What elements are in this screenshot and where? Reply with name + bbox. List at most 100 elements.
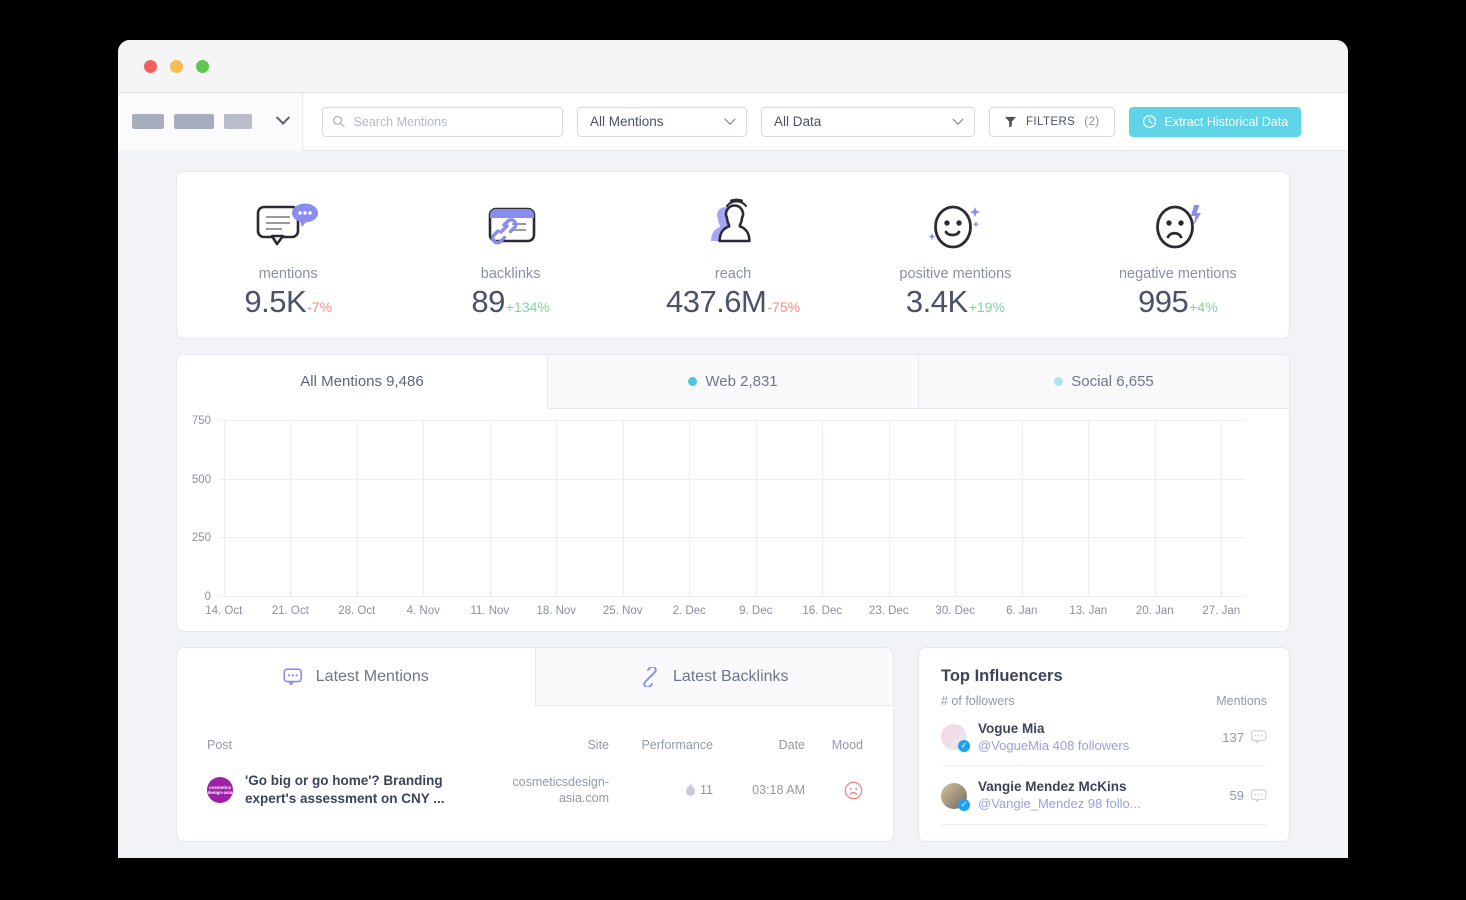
chart-bar-slot[interactable] — [390, 421, 400, 597]
chart-bar-slot[interactable] — [1008, 421, 1018, 597]
chart-bar-slot[interactable] — [666, 421, 676, 597]
chart-bar-slot[interactable] — [808, 421, 818, 597]
chart-bar-slot[interactable] — [894, 421, 904, 597]
influencer-handle[interactable]: @Vangie_Mendez 98 follo... — [978, 796, 1141, 813]
chart-bar-slot[interactable] — [514, 421, 524, 597]
chart-bar-slot[interactable] — [333, 421, 343, 597]
search-input[interactable] — [353, 114, 553, 129]
chart-bar-slot[interactable] — [913, 421, 923, 597]
extract-historical-data-button[interactable]: Extract Historical Data — [1128, 106, 1302, 137]
chart-bar-slot[interactable] — [932, 421, 942, 597]
chart-bar-slot[interactable] — [856, 421, 866, 597]
chart-bar-slot[interactable] — [1036, 421, 1046, 597]
chart-bar-slot[interactable] — [295, 421, 305, 597]
chart-bar-slot[interactable] — [1179, 421, 1189, 597]
chart-bar-slot[interactable] — [324, 421, 334, 597]
chart-bar-slot[interactable] — [770, 421, 780, 597]
chart-bar-slot[interactable] — [438, 421, 448, 597]
chart-bar-slot[interactable] — [1226, 421, 1236, 597]
tab-latest-mentions[interactable]: Latest Mentions — [177, 648, 535, 706]
chart-bar-slot[interactable] — [381, 421, 391, 597]
tab-all-mentions[interactable]: All Mentions 9,486 — [177, 355, 547, 409]
list-item[interactable]: ✓ Vogue Mia @VogueMia 408 followers 137 — [941, 708, 1267, 767]
chart-bar-slot[interactable] — [1169, 421, 1179, 597]
chart-bar-slot[interactable] — [941, 421, 951, 597]
chart-bar-slot[interactable] — [305, 421, 315, 597]
chart-bar-slot[interactable] — [599, 421, 609, 597]
chart-bar-slot[interactable] — [1188, 421, 1198, 597]
chart-bar-slot[interactable] — [580, 421, 590, 597]
chart-bar-slot[interactable] — [723, 421, 733, 597]
chart-bar-slot[interactable] — [400, 421, 410, 597]
chart-bar-slot[interactable] — [1141, 421, 1151, 597]
chart-bar-slot[interactable] — [799, 421, 809, 597]
chart-bar-slot[interactable] — [523, 421, 533, 597]
search-box[interactable] — [322, 106, 563, 137]
chart-bar-slot[interactable] — [979, 421, 989, 597]
chart-bar-slot[interactable] — [229, 421, 239, 597]
chart-bar-slot[interactable] — [837, 421, 847, 597]
chart-bar-slot[interactable] — [447, 421, 457, 597]
chart-bar-slot[interactable] — [257, 421, 267, 597]
chart-bar-slot[interactable] — [875, 421, 885, 597]
chart-bar-slot[interactable] — [343, 421, 353, 597]
chart-bar-slot[interactable] — [1198, 421, 1208, 597]
chart-bar-slot[interactable] — [827, 421, 837, 597]
chart-bar-slot[interactable] — [1074, 421, 1084, 597]
chart-bar-slot[interactable] — [428, 421, 438, 597]
chart-bar-slot[interactable] — [903, 421, 913, 597]
chart-bar-slot[interactable] — [761, 421, 771, 597]
chart-bar-slot[interactable] — [1093, 421, 1103, 597]
chart-bar-slot[interactable] — [542, 421, 552, 597]
tab-social[interactable]: Social 6,655 — [918, 355, 1289, 409]
chart-bar-slot[interactable] — [742, 421, 752, 597]
chart-bar-slot[interactable] — [561, 421, 571, 597]
chart-bar-slot[interactable] — [1103, 421, 1113, 597]
chart-bar-slot[interactable] — [628, 421, 638, 597]
chart-bar-slot[interactable] — [1112, 421, 1122, 597]
chart-bar-slot[interactable] — [476, 421, 486, 597]
chart-bar-slot[interactable] — [1027, 421, 1037, 597]
chart-bar-slot[interactable] — [713, 421, 723, 597]
chart-bar-slot[interactable] — [362, 421, 372, 597]
chart-bar-slot[interactable] — [1055, 421, 1065, 597]
chart-bar-slot[interactable] — [276, 421, 286, 597]
chart-bar-slot[interactable] — [780, 421, 790, 597]
chart-bar-slot[interactable] — [314, 421, 324, 597]
chart-bar-slot[interactable] — [371, 421, 381, 597]
tab-latest-backlinks[interactable]: Latest Backlinks — [534, 648, 893, 706]
chart-bar-slot[interactable] — [656, 421, 666, 597]
chart-bar-slot[interactable] — [1131, 421, 1141, 597]
chart-bar-slot[interactable] — [466, 421, 476, 597]
chart-bar-slot[interactable] — [970, 421, 980, 597]
close-button[interactable] — [144, 59, 157, 73]
chart-bar-slot[interactable] — [495, 421, 505, 597]
chart-bar-slot[interactable] — [846, 421, 856, 597]
chart-bar-slot[interactable] — [1065, 421, 1075, 597]
minimize-button[interactable] — [170, 59, 183, 73]
chart-bar-slot[interactable] — [675, 421, 685, 597]
chart-bar-slot[interactable] — [647, 421, 657, 597]
influencer-handle[interactable]: @VogueMia 408 followers — [978, 738, 1129, 755]
chart-bar-slot[interactable] — [865, 421, 875, 597]
mention-mood[interactable] — [805, 781, 863, 800]
mentions-filter-select[interactable]: All Mentions — [577, 106, 747, 137]
chart-bar-slot[interactable] — [609, 421, 619, 597]
chart-bar-slot[interactable] — [533, 421, 543, 597]
chart-bar-slot[interactable] — [1207, 421, 1217, 597]
maximize-button[interactable] — [196, 59, 209, 73]
chart-canvas[interactable]: 0 250 500 750 14. Oct 21. Oct 28. Oct 4. Nov 11.… — [192, 415, 1246, 617]
chart-bar-slot[interactable] — [922, 421, 932, 597]
table-row[interactable]: cosmetics design-asia 'Go big or go home… — [177, 764, 893, 816]
brand-selector[interactable] — [118, 92, 303, 151]
chart-bar-slot[interactable] — [998, 421, 1008, 597]
chart-bar-slot[interactable] — [1160, 421, 1170, 597]
mention-title[interactable]: 'Go big or go home'? Branding expert's a… — [245, 772, 491, 808]
chart-bar-slot[interactable] — [238, 421, 248, 597]
chart-bar-slot[interactable] — [409, 421, 419, 597]
chart-bar-slot[interactable] — [590, 421, 600, 597]
tab-web[interactable]: Web 2,831 — [547, 355, 918, 409]
chart-bar-slot[interactable] — [1236, 421, 1246, 597]
chart-bar-slot[interactable] — [732, 421, 742, 597]
list-item[interactable]: ✓ Vangie Mendez McKins @Vangie_Mendez 98… — [941, 766, 1267, 825]
